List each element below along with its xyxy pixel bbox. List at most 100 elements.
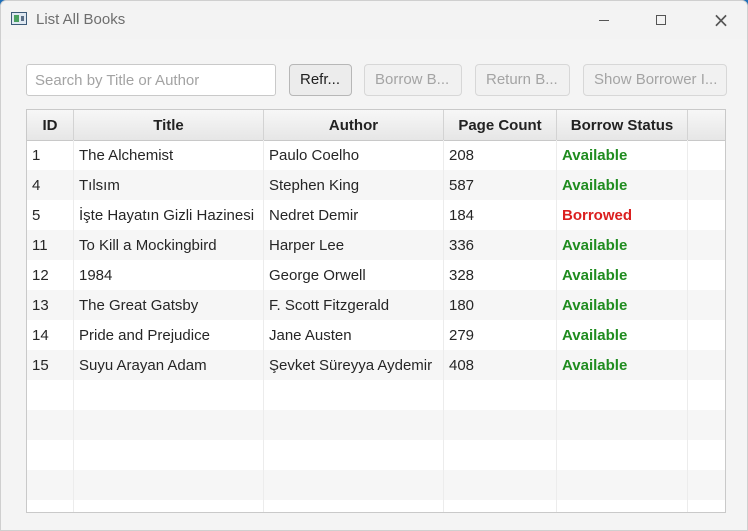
cell-title: The Alchemist xyxy=(74,140,264,170)
table-row[interactable]: 13 The Great Gatsby F. Scott Fitzgerald 180… xyxy=(27,290,725,320)
column-title[interactable]: Title xyxy=(74,110,264,140)
cell-author: Şevket Süreyya Aydemir xyxy=(264,350,444,380)
table-row[interactable]: 4 Tılsım Stephen King 587 Available xyxy=(27,170,725,200)
cell-author: Paulo Coelho xyxy=(264,140,444,170)
empty-table-row xyxy=(27,470,725,500)
cell-author: Harper Lee xyxy=(264,230,444,260)
app-icon xyxy=(11,12,27,25)
empty-cell xyxy=(264,500,444,512)
minimize-icon xyxy=(599,19,609,21)
empty-cell xyxy=(444,470,557,500)
table-row[interactable]: 12 1984 George Orwell 328 Available xyxy=(27,260,725,290)
cell-author: Nedret Demir xyxy=(264,200,444,230)
cell-filler xyxy=(688,260,725,290)
empty-cell xyxy=(27,410,74,440)
borrow-book-button[interactable]: Borrow B... xyxy=(364,64,462,96)
cell-id: 11 xyxy=(27,230,74,260)
empty-cell xyxy=(74,410,264,440)
column-borrow-status[interactable]: Borrow Status xyxy=(557,110,688,140)
empty-cell xyxy=(688,500,725,512)
empty-cell xyxy=(557,410,688,440)
empty-cell xyxy=(27,380,74,410)
cell-id: 15 xyxy=(27,350,74,380)
empty-cell xyxy=(264,410,444,440)
cell-borrow-status: Available xyxy=(557,140,688,170)
cell-borrow-status: Available xyxy=(557,350,688,380)
cell-filler xyxy=(688,200,725,230)
minimize-button[interactable] xyxy=(581,1,627,39)
cell-borrow-status: Available xyxy=(557,320,688,350)
table-row[interactable]: 14 Pride and Prejudice Jane Austen 279 Avail… xyxy=(27,320,725,350)
cell-page-count: 180 xyxy=(444,290,557,320)
empty-cell xyxy=(264,470,444,500)
cell-title: Pride and Prejudice xyxy=(74,320,264,350)
empty-table-row xyxy=(27,380,725,410)
main-window: List All Books × Search by Title or Auth… xyxy=(0,0,748,531)
cell-filler xyxy=(688,320,725,350)
table-row[interactable]: 15 Suyu Arayan Adam Şevket Süreyya Aydemir… xyxy=(27,350,725,380)
empty-cell xyxy=(27,500,74,512)
cell-title: Tılsım xyxy=(74,170,264,200)
cell-page-count: 587 xyxy=(444,170,557,200)
empty-cell xyxy=(444,500,557,512)
empty-table-row xyxy=(27,500,725,512)
close-button[interactable]: × xyxy=(698,1,744,39)
cell-title: To Kill a Mockingbird xyxy=(74,230,264,260)
books-table[interactable]: ID Title Author Page Count Borrow Status… xyxy=(26,109,726,513)
empty-cell xyxy=(27,440,74,470)
show-borrower-button[interactable]: Show Borrower I... xyxy=(583,64,727,96)
empty-table-row xyxy=(27,440,725,470)
empty-cell xyxy=(74,380,264,410)
cell-id: 13 xyxy=(27,290,74,320)
empty-table-row xyxy=(27,410,725,440)
empty-cell xyxy=(74,470,264,500)
cell-filler xyxy=(688,290,725,320)
column-id[interactable]: ID xyxy=(27,110,74,140)
empty-cell xyxy=(27,470,74,500)
window-title: List All Books xyxy=(36,11,126,28)
cell-author: George Orwell xyxy=(264,260,444,290)
cell-title: İşte Hayatın Gizli Hazinesi xyxy=(74,200,264,230)
table-row[interactable]: 11 To Kill a Mockingbird Harper Lee 336 Avai… xyxy=(27,230,725,260)
empty-cell xyxy=(264,380,444,410)
search-input[interactable]: Search by Title or Author xyxy=(26,64,276,96)
cell-borrow-status: Available xyxy=(557,260,688,290)
empty-cell xyxy=(74,440,264,470)
table-row[interactable]: 1 The Alchemist Paulo Coelho 208 Available xyxy=(27,140,725,170)
empty-cell xyxy=(557,470,688,500)
empty-cell xyxy=(74,500,264,512)
maximize-icon xyxy=(656,15,666,25)
cell-author: Jane Austen xyxy=(264,320,444,350)
empty-cell xyxy=(444,440,557,470)
cell-borrow-status: Borrowed xyxy=(557,200,688,230)
column-page-count[interactable]: Page Count xyxy=(444,110,557,140)
cell-id: 1 xyxy=(27,140,74,170)
cell-id: 14 xyxy=(27,320,74,350)
cell-filler xyxy=(688,140,725,170)
cell-page-count: 279 xyxy=(444,320,557,350)
maximize-button[interactable] xyxy=(638,1,684,39)
refresh-button[interactable]: Refr... xyxy=(289,64,352,96)
cell-author: Stephen King xyxy=(264,170,444,200)
return-book-button[interactable]: Return B... xyxy=(475,64,570,96)
cell-borrow-status: Available xyxy=(557,230,688,260)
column-author[interactable]: Author xyxy=(264,110,444,140)
cell-id: 5 xyxy=(27,200,74,230)
empty-cell xyxy=(688,410,725,440)
close-icon: × xyxy=(712,8,730,32)
cell-author: F. Scott Fitzgerald xyxy=(264,290,444,320)
empty-cell xyxy=(557,380,688,410)
cell-filler xyxy=(688,350,725,380)
empty-cell xyxy=(444,380,557,410)
table-row[interactable]: 5 İşte Hayatın Gizli Hazinesi Nedret Demir… xyxy=(27,200,725,230)
empty-cell xyxy=(688,470,725,500)
cell-page-count: 408 xyxy=(444,350,557,380)
table-header: ID Title Author Page Count Borrow Status xyxy=(27,110,725,141)
cell-title: 1984 xyxy=(74,260,264,290)
cell-page-count: 184 xyxy=(444,200,557,230)
cell-page-count: 336 xyxy=(444,230,557,260)
empty-cell xyxy=(557,500,688,512)
empty-cell xyxy=(688,440,725,470)
cell-title: The Great Gatsby xyxy=(74,290,264,320)
cell-filler xyxy=(688,230,725,260)
